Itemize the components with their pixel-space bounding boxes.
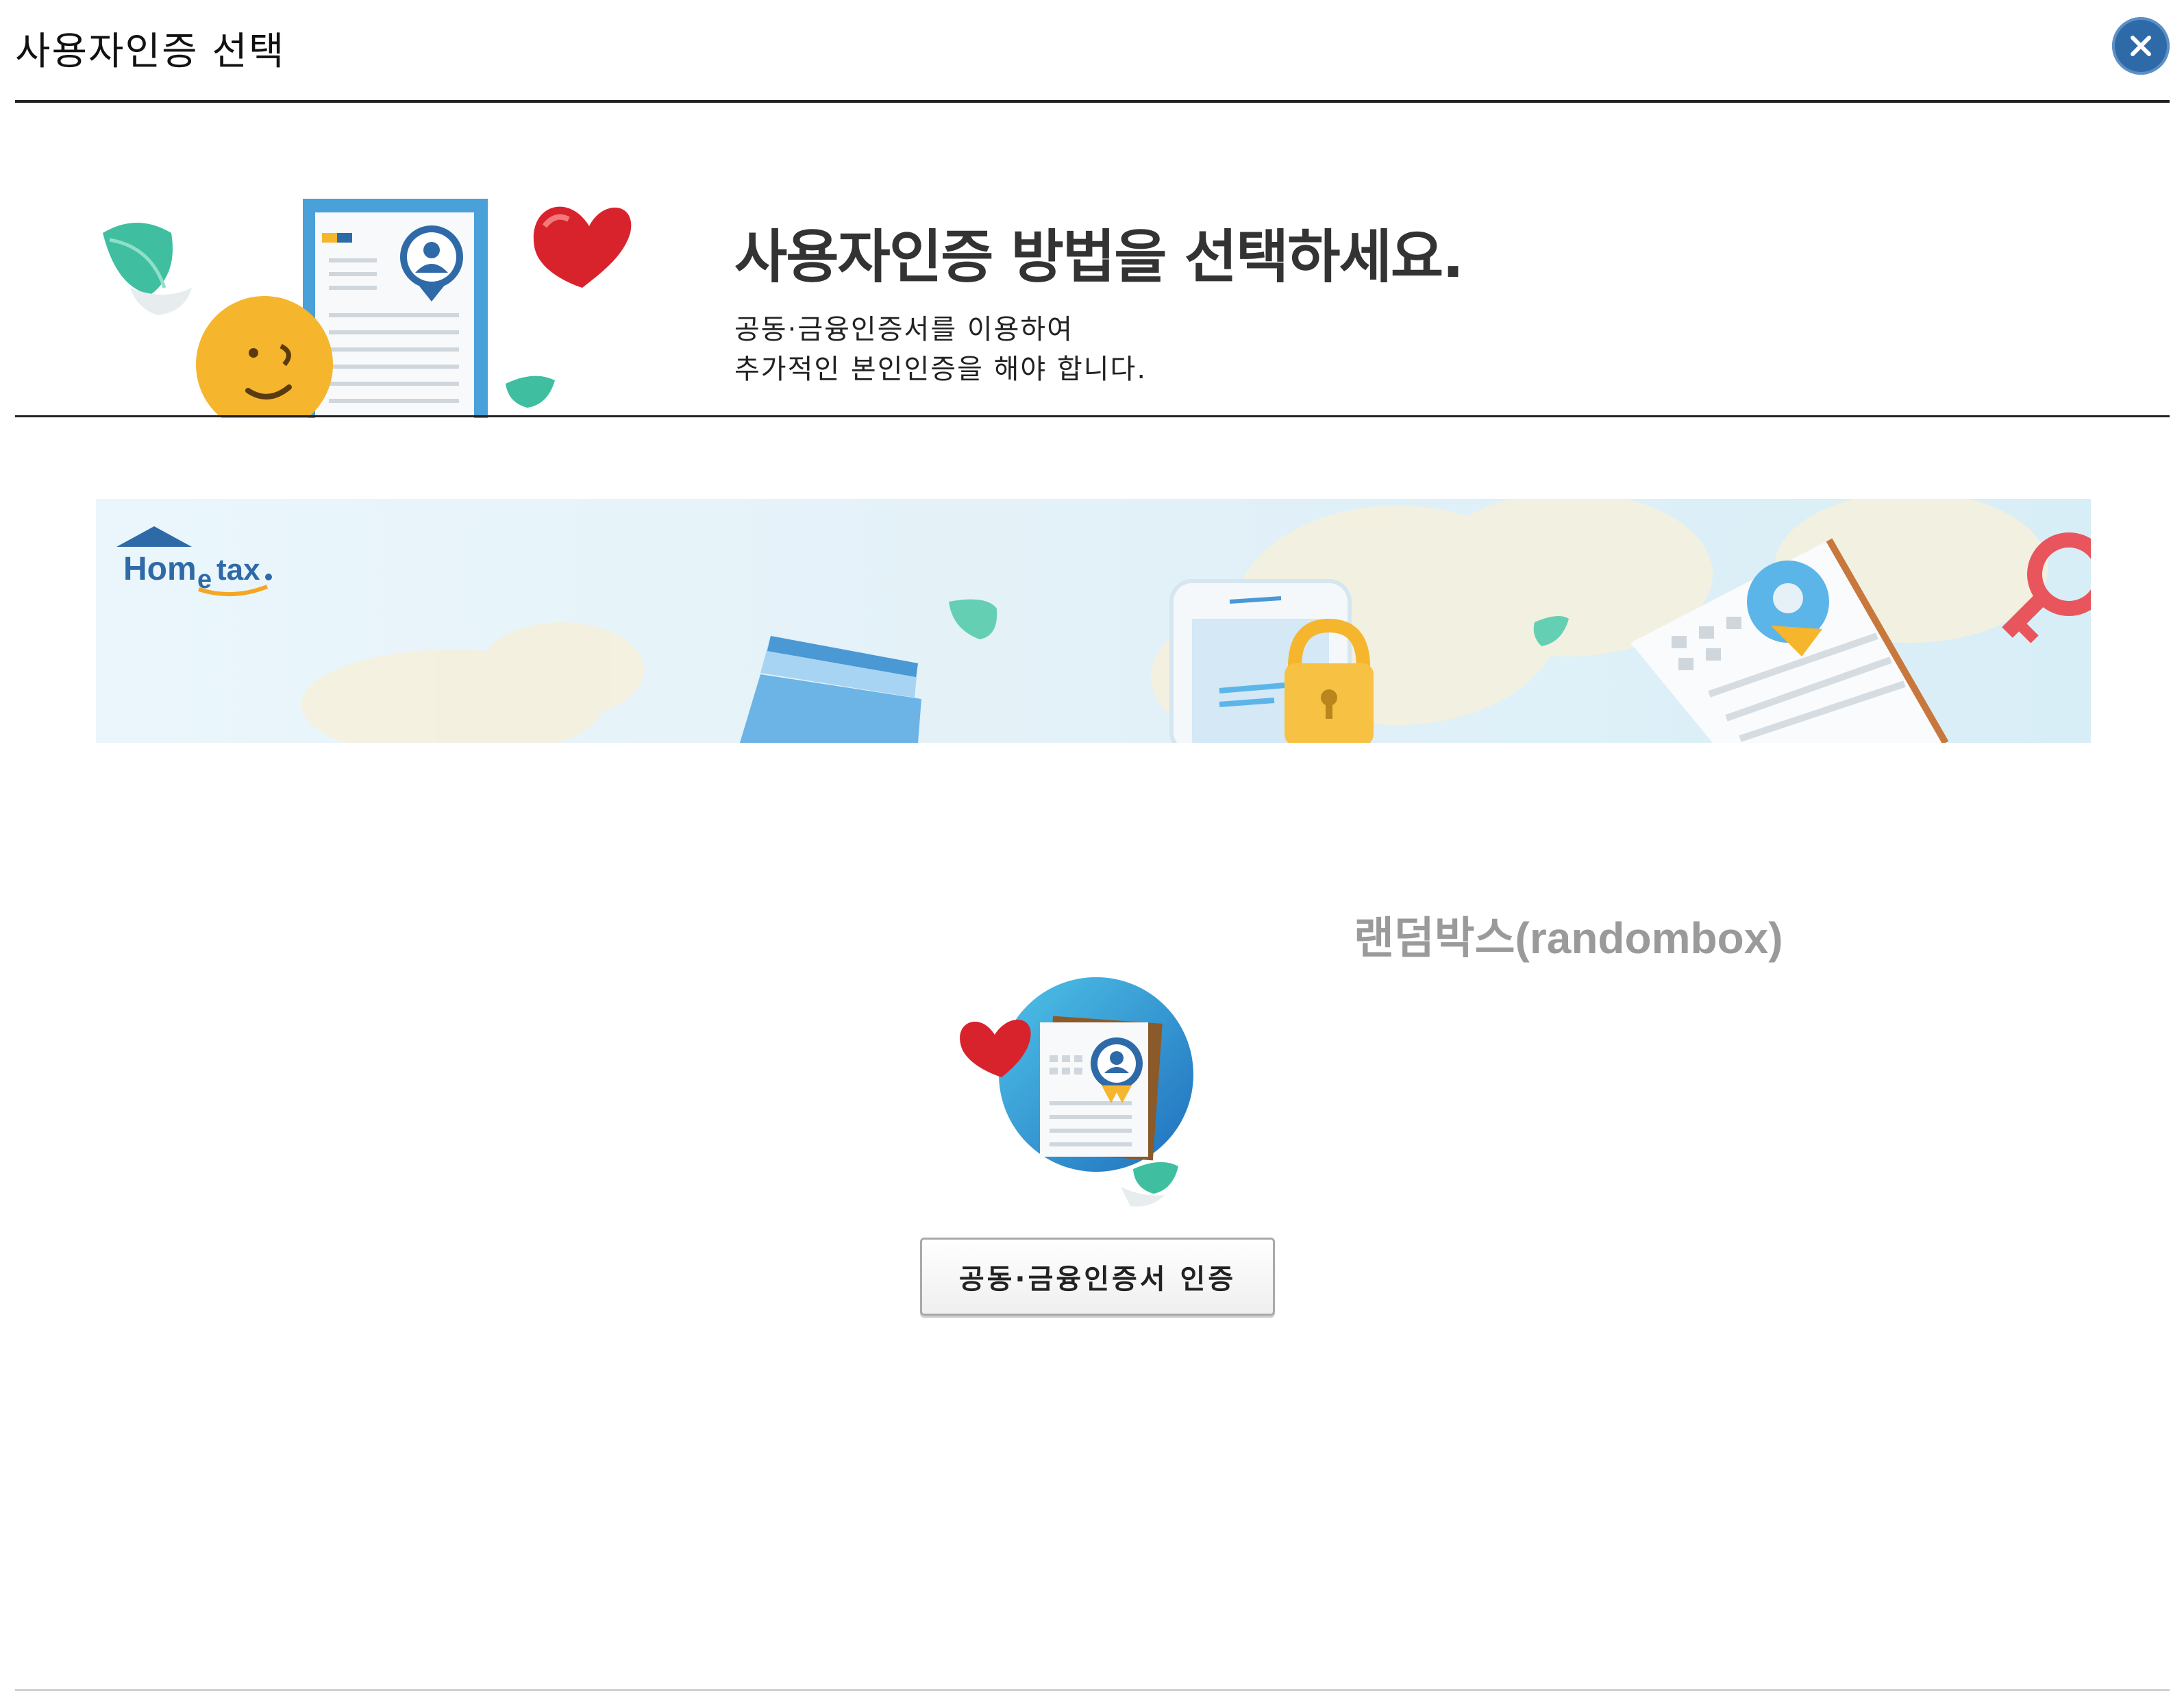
svg-text:tax: tax <box>216 553 260 587</box>
intro-illustration <box>103 199 632 418</box>
heart-icon <box>533 206 632 288</box>
svg-text:Hom: Hom <box>123 551 197 587</box>
leaf-icon <box>1121 1162 1178 1207</box>
close-icon <box>2131 36 2151 56</box>
small-leaf-icon <box>506 376 555 408</box>
leaf-icon <box>103 223 192 315</box>
intro-description-line-1: 공동·금융인증서를 이용하여 <box>734 314 1074 345</box>
footer-divider <box>15 1689 2170 1691</box>
joint-certificate-icon <box>960 977 1193 1207</box>
dialog-title: 사용자인증 선택 <box>15 29 286 74</box>
intro-description-line-2: 추가적인 본인인증을 해야 합니다. <box>734 354 1147 385</box>
auth-method-heading: 사용자인증 방법을 선택하세요. <box>734 223 1464 291</box>
joint-financial-certificate-auth-button[interactable]: 공동·금융인증서 인증 <box>920 1238 1275 1316</box>
close-button[interactable] <box>2112 17 2170 75</box>
randombox-label: 랜덤박스(randombox) <box>1354 913 1783 963</box>
header-divider <box>15 100 2170 103</box>
intro-divider <box>15 415 2170 417</box>
certificate-document-icon <box>303 199 488 418</box>
hometax-banner: Hom e tax <box>96 499 2091 743</box>
